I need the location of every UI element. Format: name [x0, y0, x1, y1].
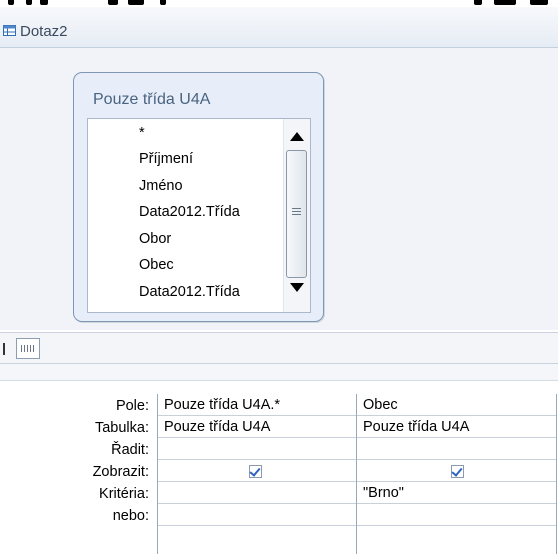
cell-radit[interactable] — [357, 438, 556, 460]
field-item[interactable]: Data2012.Třída — [139, 204, 240, 220]
show-checkbox[interactable] — [249, 465, 262, 478]
table-title: Pouze třída U4A — [93, 91, 211, 108]
top-clipped-text — [0, 0, 558, 7]
field-item[interactable]: * — [139, 125, 145, 141]
cell-kriteria[interactable]: "Brno" — [357, 482, 556, 504]
field-item[interactable]: Obor — [139, 231, 171, 247]
field-item[interactable]: Data2012.Třída — [139, 284, 240, 300]
grid-column-selector-band[interactable] — [0, 364, 558, 381]
scroll-thumb[interactable] — [286, 150, 307, 278]
row-label-zobrazit: Zobrazit: — [92, 464, 149, 480]
scroll-thumb-horizontal[interactable] — [16, 338, 40, 359]
checkmark-icon — [451, 465, 463, 477]
cell-radit[interactable] — [158, 438, 357, 460]
scrollbar-edge — [3, 343, 5, 355]
scroll-up-icon[interactable] — [290, 132, 304, 141]
checkmark-icon — [249, 465, 261, 477]
row-label-radit: Řadit: — [111, 442, 149, 458]
query-datasheet-icon — [3, 25, 16, 36]
cell-zobrazit — [158, 460, 357, 482]
field-list[interactable]: * Příjmení Jméno Data2012.Třída Obor Obe… — [87, 118, 311, 313]
field-item[interactable]: Jméno — [139, 178, 183, 194]
query-window-titlebar[interactable]: Dotaz2 — [0, 7, 558, 48]
grid-column-2[interactable]: Obec Pouze třída U4A "Brno" — [356, 394, 557, 554]
row-label-nebo: nebo: — [112, 508, 149, 524]
horizontal-scrollbar[interactable] — [0, 332, 558, 364]
row-label-tabulka: Tabulka: — [94, 420, 149, 436]
cell-pole[interactable]: Obec — [357, 394, 556, 416]
field-item[interactable]: Příjmení — [139, 151, 193, 167]
field-list-scrollbar[interactable] — [283, 119, 310, 312]
cell-pole[interactable]: Pouze třída U4A.* — [158, 394, 357, 416]
cell-tabulka[interactable]: Pouze třída U4A — [357, 416, 556, 438]
scroll-down-icon[interactable] — [290, 283, 304, 292]
query-design-grid[interactable]: Pole: Tabulka: Řadit: Zobrazit: Kritéria… — [0, 364, 558, 554]
table-field-list-box[interactable]: Pouze třída U4A * Příjmení Jméno Data201… — [73, 72, 324, 322]
cell-zobrazit — [357, 460, 556, 482]
cell-tabulka[interactable]: Pouze třída U4A — [158, 416, 357, 438]
cell-kriteria[interactable] — [158, 482, 357, 504]
show-checkbox[interactable] — [451, 465, 464, 478]
window-title: Dotaz2 — [20, 23, 68, 40]
field-item[interactable]: Obec — [139, 257, 174, 273]
row-label-kriteria: Kritéria: — [99, 486, 149, 502]
grid-column-1[interactable]: Pouze třída U4A.* Pouze třída U4A — [157, 394, 357, 554]
cell-nebo[interactable] — [357, 504, 556, 526]
cell-nebo[interactable] — [158, 504, 357, 526]
row-label-pole: Pole: — [115, 398, 149, 414]
